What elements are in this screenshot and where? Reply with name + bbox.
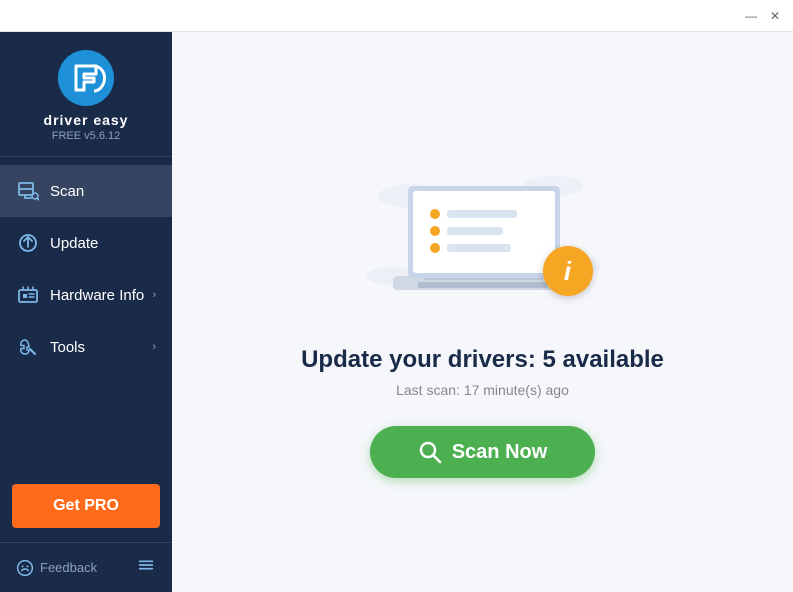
minimize-button[interactable]: —: [741, 6, 761, 26]
logo-icon: [58, 50, 114, 106]
sidebar-item-update[interactable]: Update: [0, 217, 172, 269]
titlebar: — ✕: [0, 0, 793, 32]
feedback-item[interactable]: Feedback: [16, 559, 97, 577]
tools-icon: [16, 335, 40, 359]
update-title: Update your drivers: 5 available: [301, 346, 664, 374]
tools-chevron-icon: ›: [152, 341, 156, 353]
sidebar-logo: driver easy FREE v5.6.12: [0, 32, 172, 157]
sidebar-item-tools[interactable]: Tools ›: [0, 321, 172, 373]
illustration: i: [353, 146, 613, 326]
sidebar-item-hardware-info[interactable]: Hardware Info ›: [0, 269, 172, 321]
sidebar-footer: Feedback: [0, 542, 172, 592]
scan-icon: [16, 179, 40, 203]
main-container: driver easy FREE v5.6.12 Scan: [0, 32, 793, 592]
scan-now-label: Scan Now: [452, 441, 548, 464]
get-pro-button[interactable]: Get PRO: [12, 484, 160, 528]
content-area: i Update your drivers: 5 available Last …: [172, 32, 793, 592]
hardware-icon: [16, 283, 40, 307]
scan-now-search-icon: [418, 440, 442, 464]
logo-version: FREE v5.6.12: [52, 130, 120, 142]
tools-label: Tools: [50, 339, 152, 356]
nav-items: Scan Update: [0, 157, 172, 474]
close-button[interactable]: ✕: [765, 6, 785, 26]
hardware-info-label: Hardware Info: [50, 287, 152, 304]
update-icon: [16, 231, 40, 255]
update-label: Update: [50, 235, 156, 252]
laptop-illustration: [353, 146, 613, 326]
scan-label: Scan: [50, 183, 156, 200]
scan-now-button[interactable]: Scan Now: [370, 426, 596, 478]
hardware-chevron-icon: ›: [152, 289, 156, 301]
info-badge: i: [543, 246, 593, 296]
last-scan-text: Last scan: 17 minute(s) ago: [396, 382, 569, 398]
feedback-label: Feedback: [40, 560, 97, 575]
list-icon[interactable]: [136, 555, 156, 580]
logo-text: driver easy: [44, 112, 129, 128]
sidebar-item-scan[interactable]: Scan: [0, 165, 172, 217]
sidebar: driver easy FREE v5.6.12 Scan: [0, 32, 172, 592]
